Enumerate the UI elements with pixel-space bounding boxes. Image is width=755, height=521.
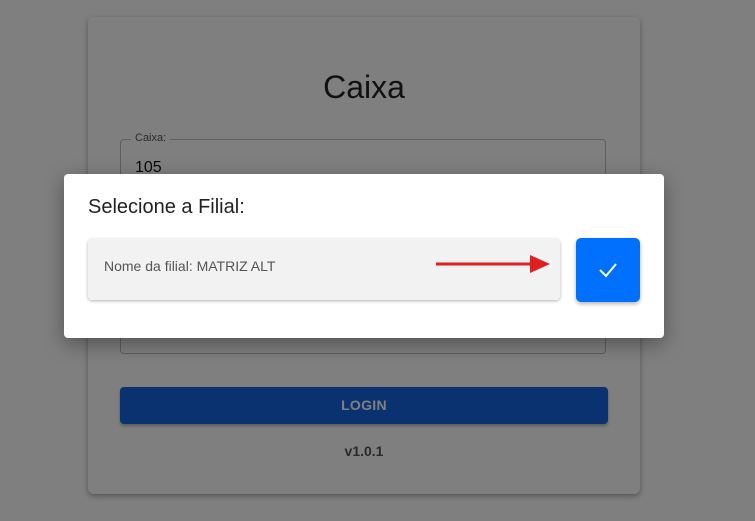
select-filial-dialog: Selecione a Filial: Nome da filial: MATR…	[64, 174, 664, 338]
check-icon	[599, 263, 617, 278]
filial-select[interactable]: Nome da filial: MATRIZ ALT	[88, 239, 560, 300]
dialog-title: Selecione a Filial:	[88, 196, 245, 218]
confirm-button[interactable]	[576, 238, 640, 302]
red-arrow-icon	[436, 255, 550, 273]
filial-name: Nome da filial: MATRIZ ALT	[104, 258, 276, 274]
